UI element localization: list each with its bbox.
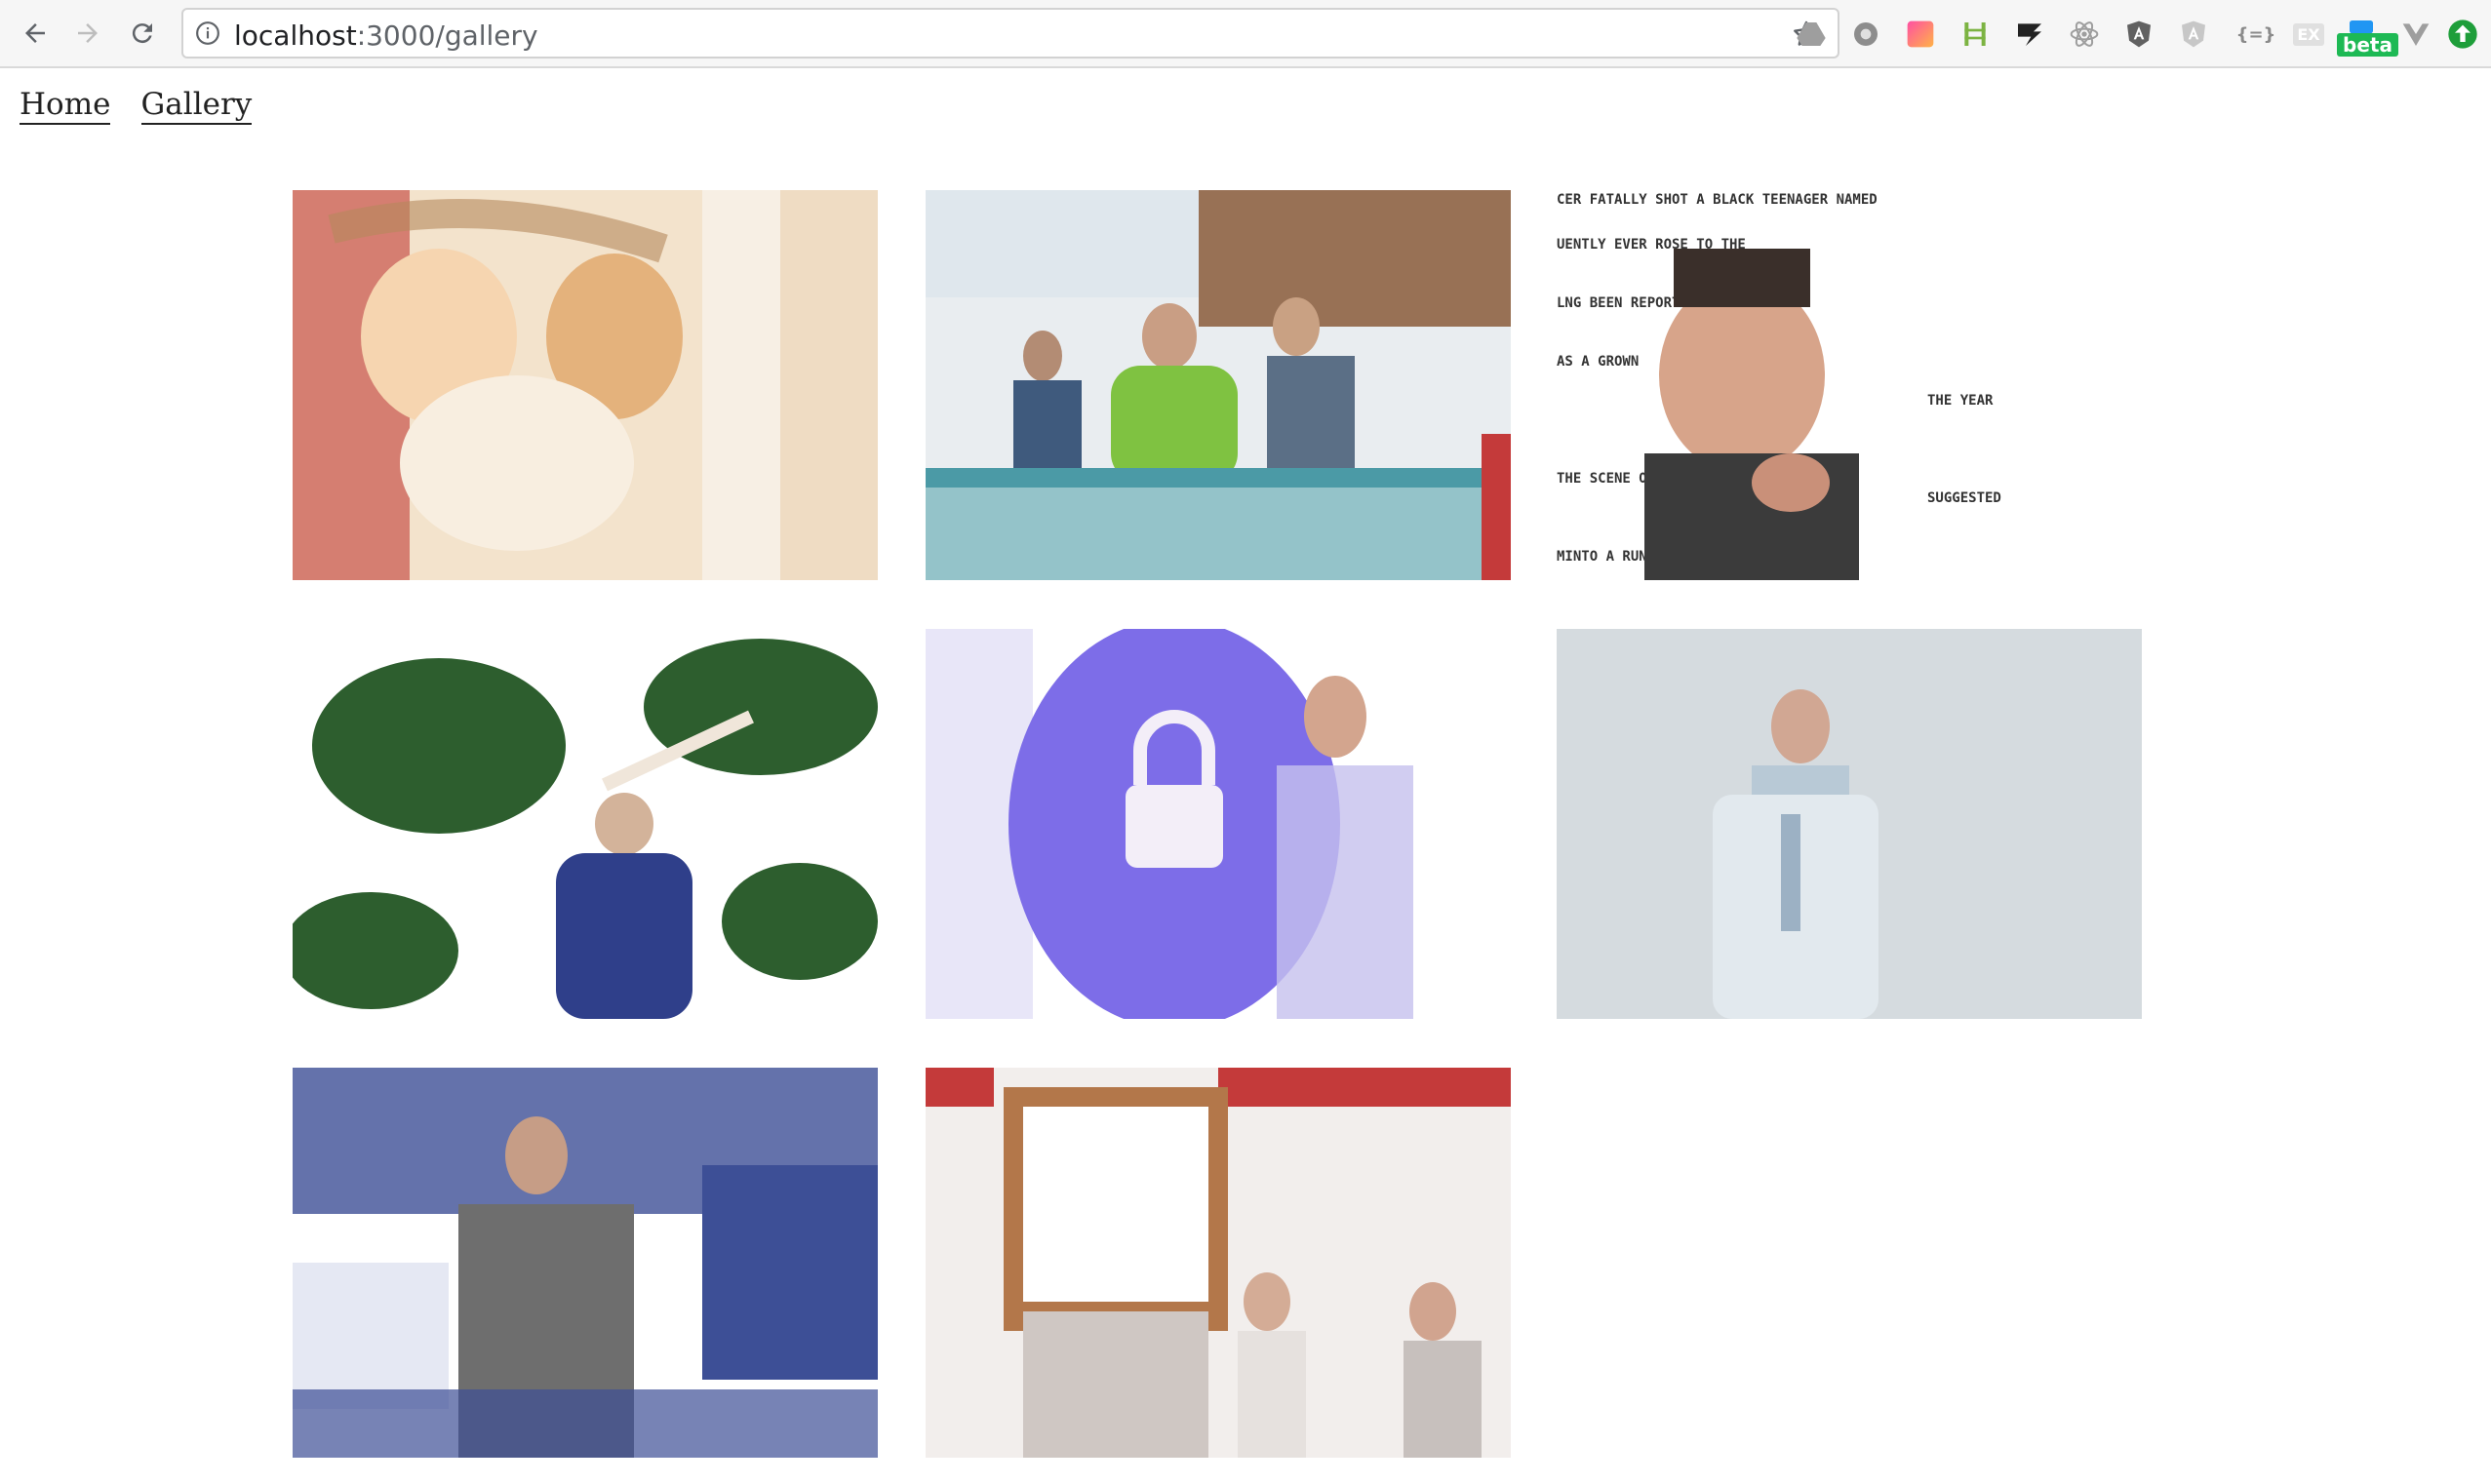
gallery-item-5[interactable] <box>926 629 1511 1019</box>
angular-extension-icon[interactable] <box>2122 18 2155 51</box>
angular-light-extension-icon[interactable] <box>2177 18 2210 51</box>
react-extension-icon[interactable] <box>2068 18 2101 51</box>
svg-text:CER FATALLY SHOT A BLACK TEENA: CER FATALLY SHOT A BLACK TEENAGER NAMED <box>1557 192 1878 208</box>
url-path: :3000/gallery <box>356 20 538 52</box>
gear-extension-icon[interactable] <box>1849 18 1882 51</box>
url-host: localhost <box>234 20 357 52</box>
gradient-extension-icon[interactable] <box>1904 18 1937 51</box>
mosaic-portrait-image: CER FATALLY SHOT A BLACK TEENAGER NAMED … <box>1557 190 2142 580</box>
back-arrow-icon <box>25 23 45 43</box>
reload-button[interactable] <box>123 14 162 53</box>
drive-extension-icon[interactable] <box>1795 18 1828 51</box>
svg-text:THE YEAR: THE YEAR <box>1927 393 1994 409</box>
json-extension-icon[interactable]: {=} <box>2232 18 2280 51</box>
mosaic-podium-image <box>926 1068 1511 1458</box>
url-text: localhost:3000/gallery <box>234 20 538 52</box>
reload-icon <box>132 23 152 44</box>
zebra-extension-icon[interactable] <box>2013 18 2046 51</box>
site-nav: Home Gallery <box>20 88 277 125</box>
json-extension-label: {=} <box>2235 23 2276 45</box>
mosaic-man-standing-image <box>1557 629 2142 1019</box>
mosaic-lock-image <box>926 629 1511 1019</box>
mosaic-painting-image <box>293 190 878 580</box>
gallery-item-1[interactable] <box>293 190 878 580</box>
nav-link-gallery[interactable]: Gallery <box>140 88 253 125</box>
gallery-item-8[interactable] <box>926 1068 1511 1458</box>
update-icon[interactable] <box>2446 18 2479 51</box>
forward-arrow-icon <box>78 23 98 43</box>
mosaic-seated-man-image <box>293 1068 878 1458</box>
mosaic-golfer-image <box>293 629 878 1019</box>
gallery-item-3[interactable]: CER FATALLY SHOT A BLACK TEENAGER NAMED … <box>1557 190 2142 580</box>
back-button[interactable] <box>16 14 55 53</box>
gallery-item-2[interactable] <box>926 190 1511 580</box>
mosaic-meeting-image <box>926 190 1511 580</box>
nav-link-home[interactable]: Home <box>20 88 111 125</box>
browser-toolbar: localhost:3000/gallery {=} EX beta <box>0 0 2491 68</box>
forward-button[interactable] <box>68 14 107 53</box>
svg-text:SUGGESTED: SUGGESTED <box>1927 490 2001 506</box>
info-icon[interactable] <box>195 20 220 46</box>
ex-extension-icon[interactable]: EX <box>2292 18 2325 51</box>
ex-extension-label: EX <box>2293 22 2324 46</box>
svg-text:THE SCENE OF: THE SCENE OF <box>1557 471 1655 487</box>
green-extension-icon[interactable] <box>1958 18 1992 51</box>
beta-badge: beta <box>2337 33 2398 57</box>
gallery-item-4[interactable] <box>293 629 878 1019</box>
svg-text:AS A GROWN: AS A GROWN <box>1557 354 1639 370</box>
gallery-item-6[interactable] <box>1557 629 2142 1019</box>
gallery-item-7[interactable] <box>293 1068 878 1458</box>
vue-extension-icon[interactable] <box>2399 18 2432 51</box>
address-bar[interactable]: localhost:3000/gallery <box>181 8 1839 59</box>
